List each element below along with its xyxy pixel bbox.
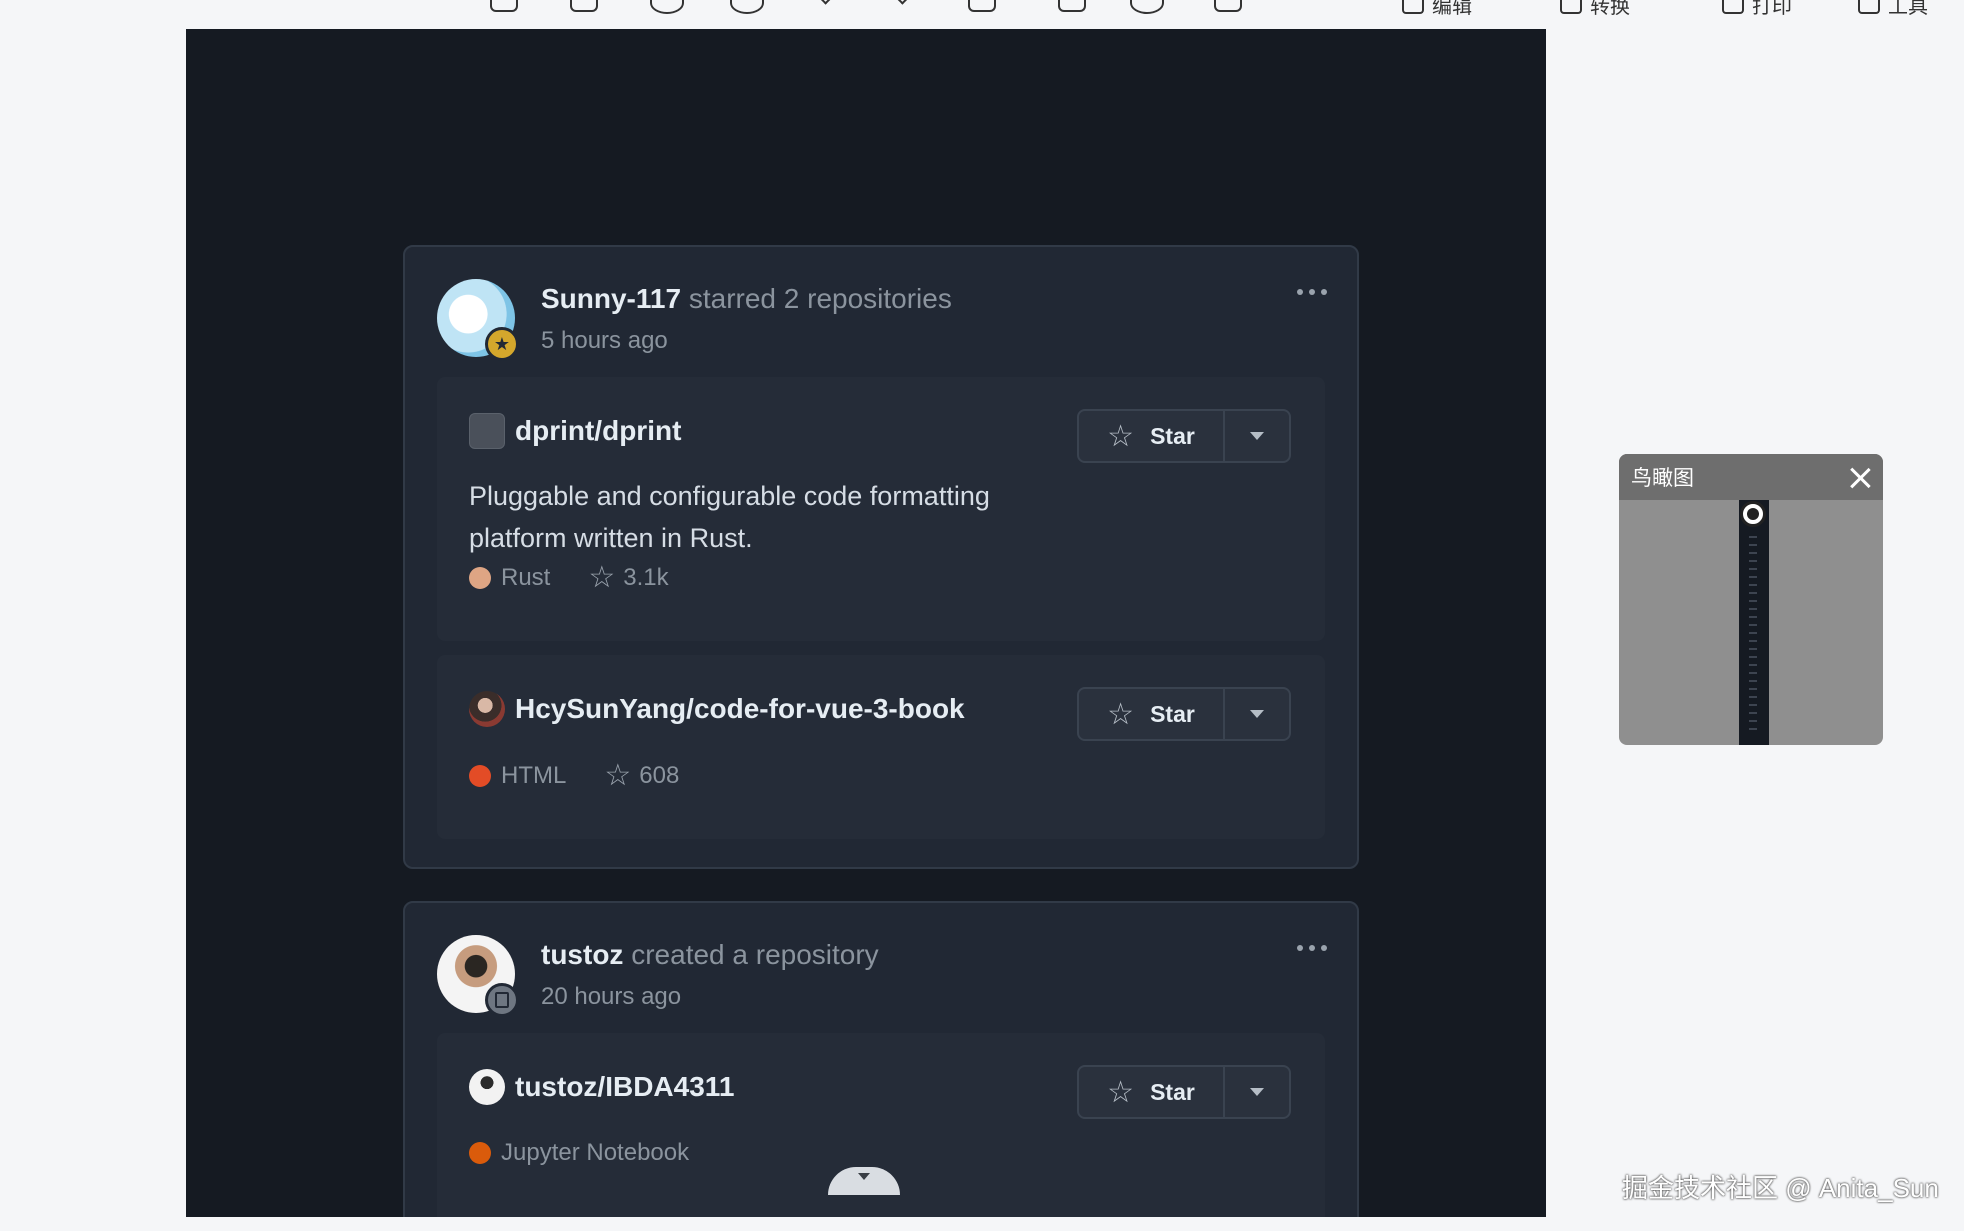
language-color-dot <box>469 765 491 787</box>
toolbar-print-label: 打印 <box>1752 0 1792 18</box>
zoom-in-icon[interactable] <box>650 0 684 14</box>
feed-card: ★ Sunny-117 starred 2 repositories 5 hou… <box>403 245 1359 869</box>
star-outline-icon: ☆ <box>1107 1075 1135 1109</box>
more-options-icon[interactable] <box>1297 289 1327 295</box>
star-count: 3.1k <box>623 564 669 591</box>
birdseye-position-marker[interactable] <box>1740 501 1766 527</box>
fullscreen-icon[interactable] <box>570 0 598 12</box>
avatar[interactable] <box>437 935 519 1017</box>
repo-description: Pluggable and configurable code formatti… <box>469 481 990 553</box>
star-button-group: ☆ Star <box>1077 687 1291 741</box>
toolbar-convert-label: 转换 <box>1590 0 1630 18</box>
zoom-out-icon[interactable] <box>730 0 764 14</box>
star-list-dropdown[interactable] <box>1225 689 1289 739</box>
repo-owner-avatar <box>469 413 505 449</box>
birdseye-header: 鸟瞰图 <box>1619 454 1883 500</box>
caret-down-icon <box>1250 1088 1264 1096</box>
repo-item: HcySunYang/code-for-vue-3-book ☆ Star HT… <box>437 655 1325 839</box>
star-button[interactable]: ☆ Star <box>1079 411 1225 461</box>
star-button-label: Star <box>1150 1078 1195 1105</box>
feed-card-header: tustoz created a repository 20 hours ago <box>405 903 1357 1033</box>
repo-link[interactable]: dprint/dprint <box>469 413 681 449</box>
caret-down-icon <box>1250 432 1264 440</box>
star-outline-icon: ☆ <box>588 561 616 594</box>
star-list-dropdown[interactable] <box>1225 411 1289 461</box>
repo-icon <box>485 983 519 1017</box>
event-action: created a repository <box>631 939 879 970</box>
caret-down-icon <box>858 1173 870 1180</box>
watermark: 掘金技术社区 @ Anita_Sun <box>1622 1173 1939 1203</box>
top-toolbar: 编辑 转换 打印 工具 <box>0 0 1964 28</box>
repo-stars[interactable]: ☆ 3.1k <box>588 563 668 593</box>
star-button-label: Star <box>1150 700 1195 727</box>
prev-page-icon[interactable] <box>818 0 838 6</box>
convert-icon <box>1560 0 1582 14</box>
feed-card-header: ★ Sunny-117 starred 2 repositories 5 hou… <box>405 247 1357 377</box>
language-color-dot <box>469 567 491 589</box>
repo-name: HcySunYang/code-for-vue-3-book <box>515 693 965 724</box>
birdseye-title: 鸟瞰图 <box>1631 467 1694 490</box>
toolbar-tools-label: 工具 <box>1888 0 1928 18</box>
birdseye-panel[interactable]: 鸟瞰图 <box>1619 454 1883 745</box>
star-button-group: ☆ Star <box>1077 1065 1291 1119</box>
language-color-dot <box>469 1142 491 1164</box>
event-time: 20 hours ago <box>541 983 682 1010</box>
event-description: Sunny-117 starred 2 repositories <box>541 283 952 315</box>
event-time: 5 hours ago <box>541 327 668 354</box>
star-count: 608 <box>639 762 680 789</box>
star-button[interactable]: ☆ Star <box>1079 689 1225 739</box>
event-action: starred 2 repositories <box>688 283 952 314</box>
repo-owner-avatar <box>469 691 505 727</box>
page-icon[interactable] <box>968 0 996 12</box>
repo-language: Jupyter Notebook <box>501 1139 690 1166</box>
grid-icon[interactable] <box>1214 0 1242 12</box>
star-button-group: ☆ Star <box>1077 409 1291 463</box>
toolbar-edit[interactable]: 编辑 <box>1402 0 1472 19</box>
next-page-icon[interactable] <box>892 0 912 6</box>
repo-meta: Rust ☆ 3.1k <box>469 563 669 593</box>
toolbar-edit-label: 编辑 <box>1432 0 1472 18</box>
star-list-dropdown[interactable] <box>1225 1067 1289 1117</box>
rotate-icon[interactable] <box>1130 0 1164 14</box>
repo-link[interactable]: tustoz/IBDA4311 <box>469 1069 734 1105</box>
tools-icon <box>1858 0 1880 14</box>
star-outline-icon: ☆ <box>604 759 632 792</box>
more-options-icon[interactable] <box>1297 945 1327 951</box>
repo-owner-avatar <box>469 1069 505 1105</box>
star-outline-icon: ☆ <box>1107 419 1135 453</box>
toolbar-tools[interactable]: 工具 <box>1858 0 1928 19</box>
star-outline-icon: ☆ <box>1107 697 1135 731</box>
repo-link[interactable]: HcySunYang/code-for-vue-3-book <box>469 691 965 727</box>
close-icon[interactable] <box>1849 466 1871 488</box>
repo-name: dprint/dprint <box>515 415 682 446</box>
repo-meta: Jupyter Notebook <box>469 1139 689 1167</box>
toolbar-print[interactable]: 打印 <box>1722 0 1792 19</box>
repo-language: Rust <box>501 564 551 591</box>
edit-icon <box>1402 0 1424 14</box>
repo-item: dprint/dprint ☆ Star Pluggable and confi… <box>437 377 1325 641</box>
star-button[interactable]: ☆ Star <box>1079 1067 1225 1117</box>
username-link[interactable]: tustoz <box>541 939 623 970</box>
repo-stars[interactable]: ☆ 608 <box>604 761 679 791</box>
repo-language: HTML <box>501 762 567 789</box>
document-viewer[interactable]: ★ Sunny-117 starred 2 repositories 5 hou… <box>186 29 1546 1217</box>
birdseye-thumbnail[interactable] <box>1739 500 1769 745</box>
toolbar-convert[interactable]: 转换 <box>1560 0 1630 19</box>
star-icon: ★ <box>485 327 519 361</box>
avatar[interactable]: ★ <box>437 279 519 361</box>
print-icon <box>1722 0 1744 14</box>
repo-meta: HTML ☆ 608 <box>469 761 679 791</box>
copy-icon[interactable] <box>1058 0 1086 12</box>
fit-icon[interactable] <box>490 0 518 12</box>
username-link[interactable]: Sunny-117 <box>541 283 681 314</box>
caret-down-icon <box>1250 710 1264 718</box>
repo-name: tustoz/IBDA4311 <box>515 1071 735 1102</box>
event-description: tustoz created a repository <box>541 939 879 971</box>
star-button-label: Star <box>1150 422 1195 449</box>
